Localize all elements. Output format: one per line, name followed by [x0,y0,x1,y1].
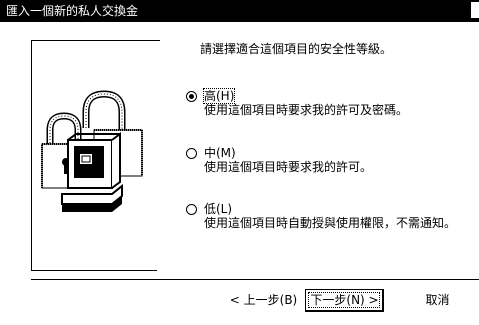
cancel-button[interactable]: 取消 [400,289,475,312]
next-button-label: 下一步(N) > [310,293,379,307]
radio-low[interactable] [186,204,197,215]
option-low-label[interactable]: 低(L) [204,202,232,216]
cancel-button-label: 取消 [425,293,450,307]
option-high-description: 使用這個項目時要求我的許可及密碼。 [204,103,409,117]
button-separator [31,279,479,280]
option-medium-description: 使用這個項目時要求我的許可。 [204,160,373,174]
option-low-description: 使用這個項目時自動授與使用權限，不需通知。 [204,216,457,230]
option-medium-label[interactable]: 中(M) [204,146,236,160]
window-title: 匯入一個新的私人交換金 [6,4,139,18]
frame-line-bottom [31,270,157,271]
title-bar: 匯入一個新的私人交換金 [0,0,479,22]
next-button[interactable]: 下一步(N) > [305,289,384,312]
instruction-text: 請選擇適合這個項目的安全性等級。 [200,42,393,56]
frame-line-top [31,40,160,41]
security-level-dialog: 匯入一個新的私人交換金 請選擇適合這個項目的安全性等級。 高(H) 使用這個項目… [0,0,479,325]
radio-medium[interactable] [186,148,197,159]
back-button[interactable]: < 上一步(B) [226,289,301,312]
radio-high[interactable] [186,91,197,102]
option-high-label[interactable]: 高(H) [202,88,236,104]
back-button-label: < 上一步(B) [229,293,298,307]
title-bar-button[interactable] [471,2,479,18]
frame-line-left [31,40,32,270]
padlock-computer-icon [41,90,143,212]
